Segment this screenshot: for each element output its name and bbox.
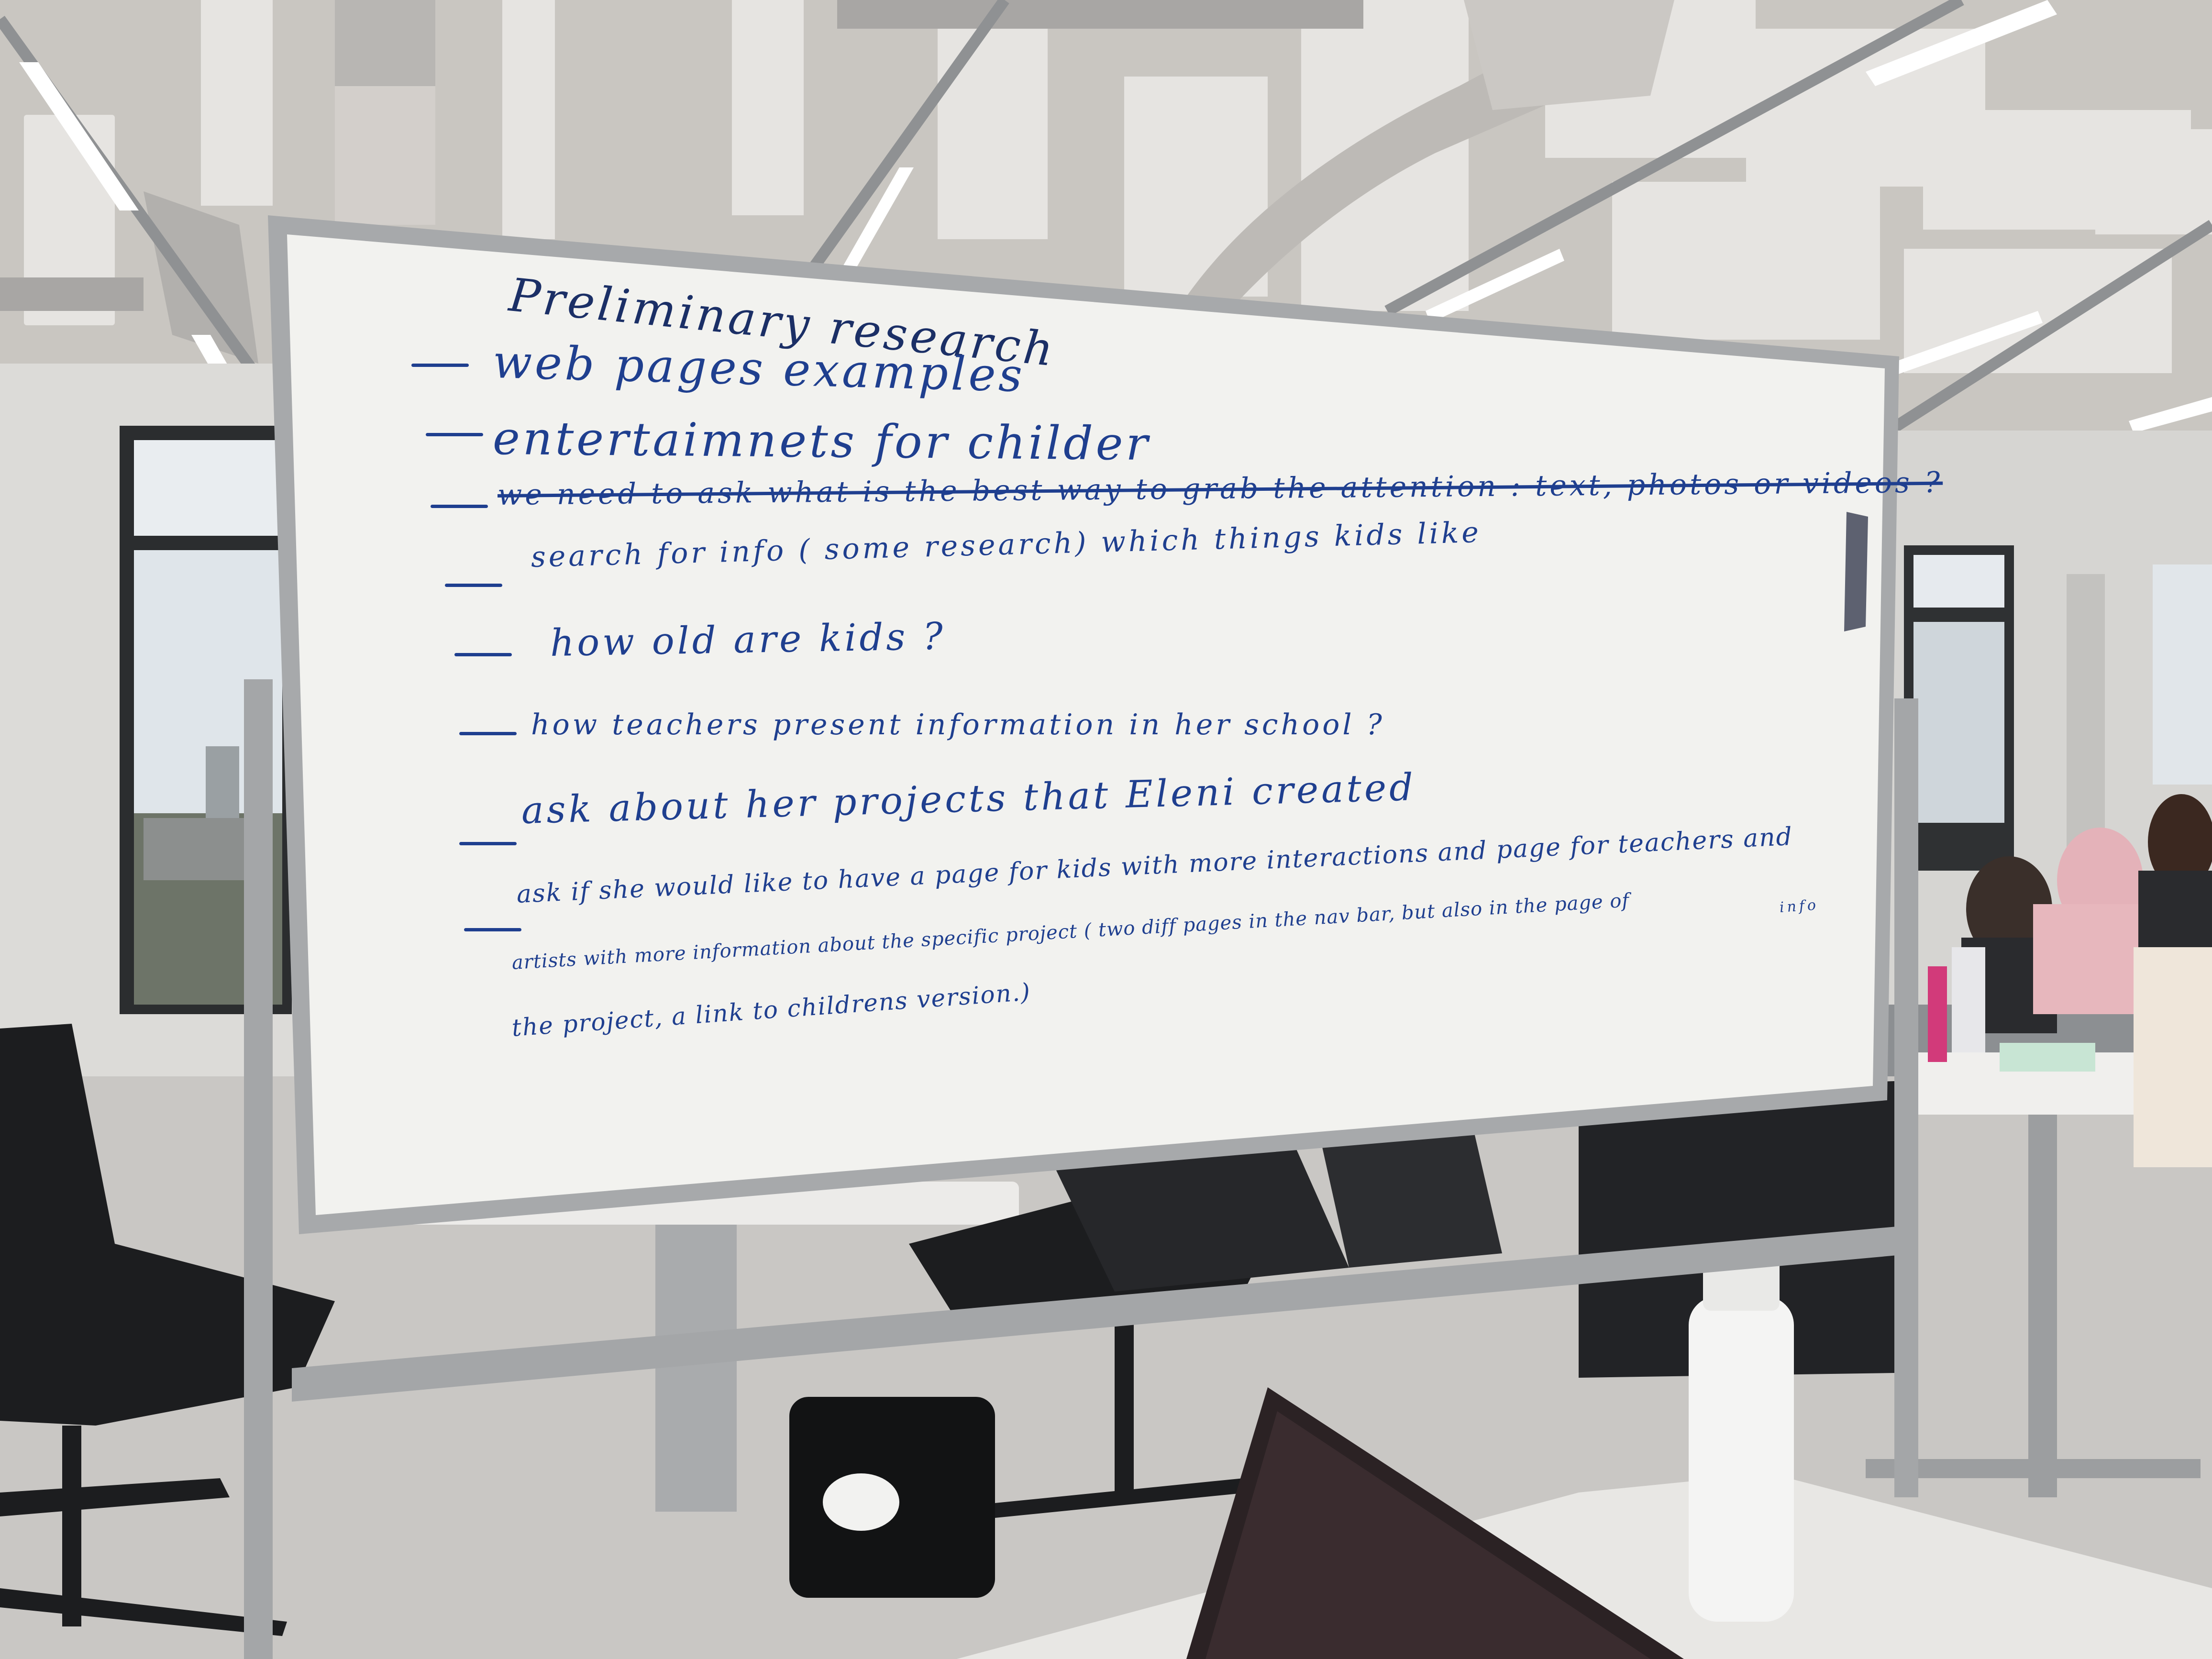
whiteboard-line-5: how old are kids ? xyxy=(550,615,946,665)
bullet-dash xyxy=(454,653,512,656)
photo-scene: Preliminary research web pages examples … xyxy=(0,0,2212,1659)
whiteboard-line-6: how teachers present information in her … xyxy=(531,708,1385,741)
whiteboard-line-10: the project, a link to childrens version… xyxy=(510,978,1032,1042)
bullet-dash xyxy=(426,433,483,436)
whiteboard-text: Preliminary research web pages examples … xyxy=(0,0,2212,1659)
whiteboard-line-7: ask about her projects that Eleni create… xyxy=(520,766,1417,832)
bullet-dash xyxy=(431,505,488,508)
bullet-dash xyxy=(411,364,469,367)
bullet-dash xyxy=(459,842,517,845)
whiteboard-line-4: search for info ( some research) which t… xyxy=(531,515,1482,574)
whiteboard-line-2: entertaimnets for childer xyxy=(492,411,1151,471)
whiteboard-line-9: artists with more information about the … xyxy=(511,889,1630,974)
whiteboard-line-3: we need to ask what is the best way to g… xyxy=(497,465,1943,512)
bullet-dash xyxy=(464,928,521,931)
whiteboard-annotation: info xyxy=(1779,896,1820,916)
bullet-dash xyxy=(445,584,502,587)
bullet-dash xyxy=(459,732,517,735)
